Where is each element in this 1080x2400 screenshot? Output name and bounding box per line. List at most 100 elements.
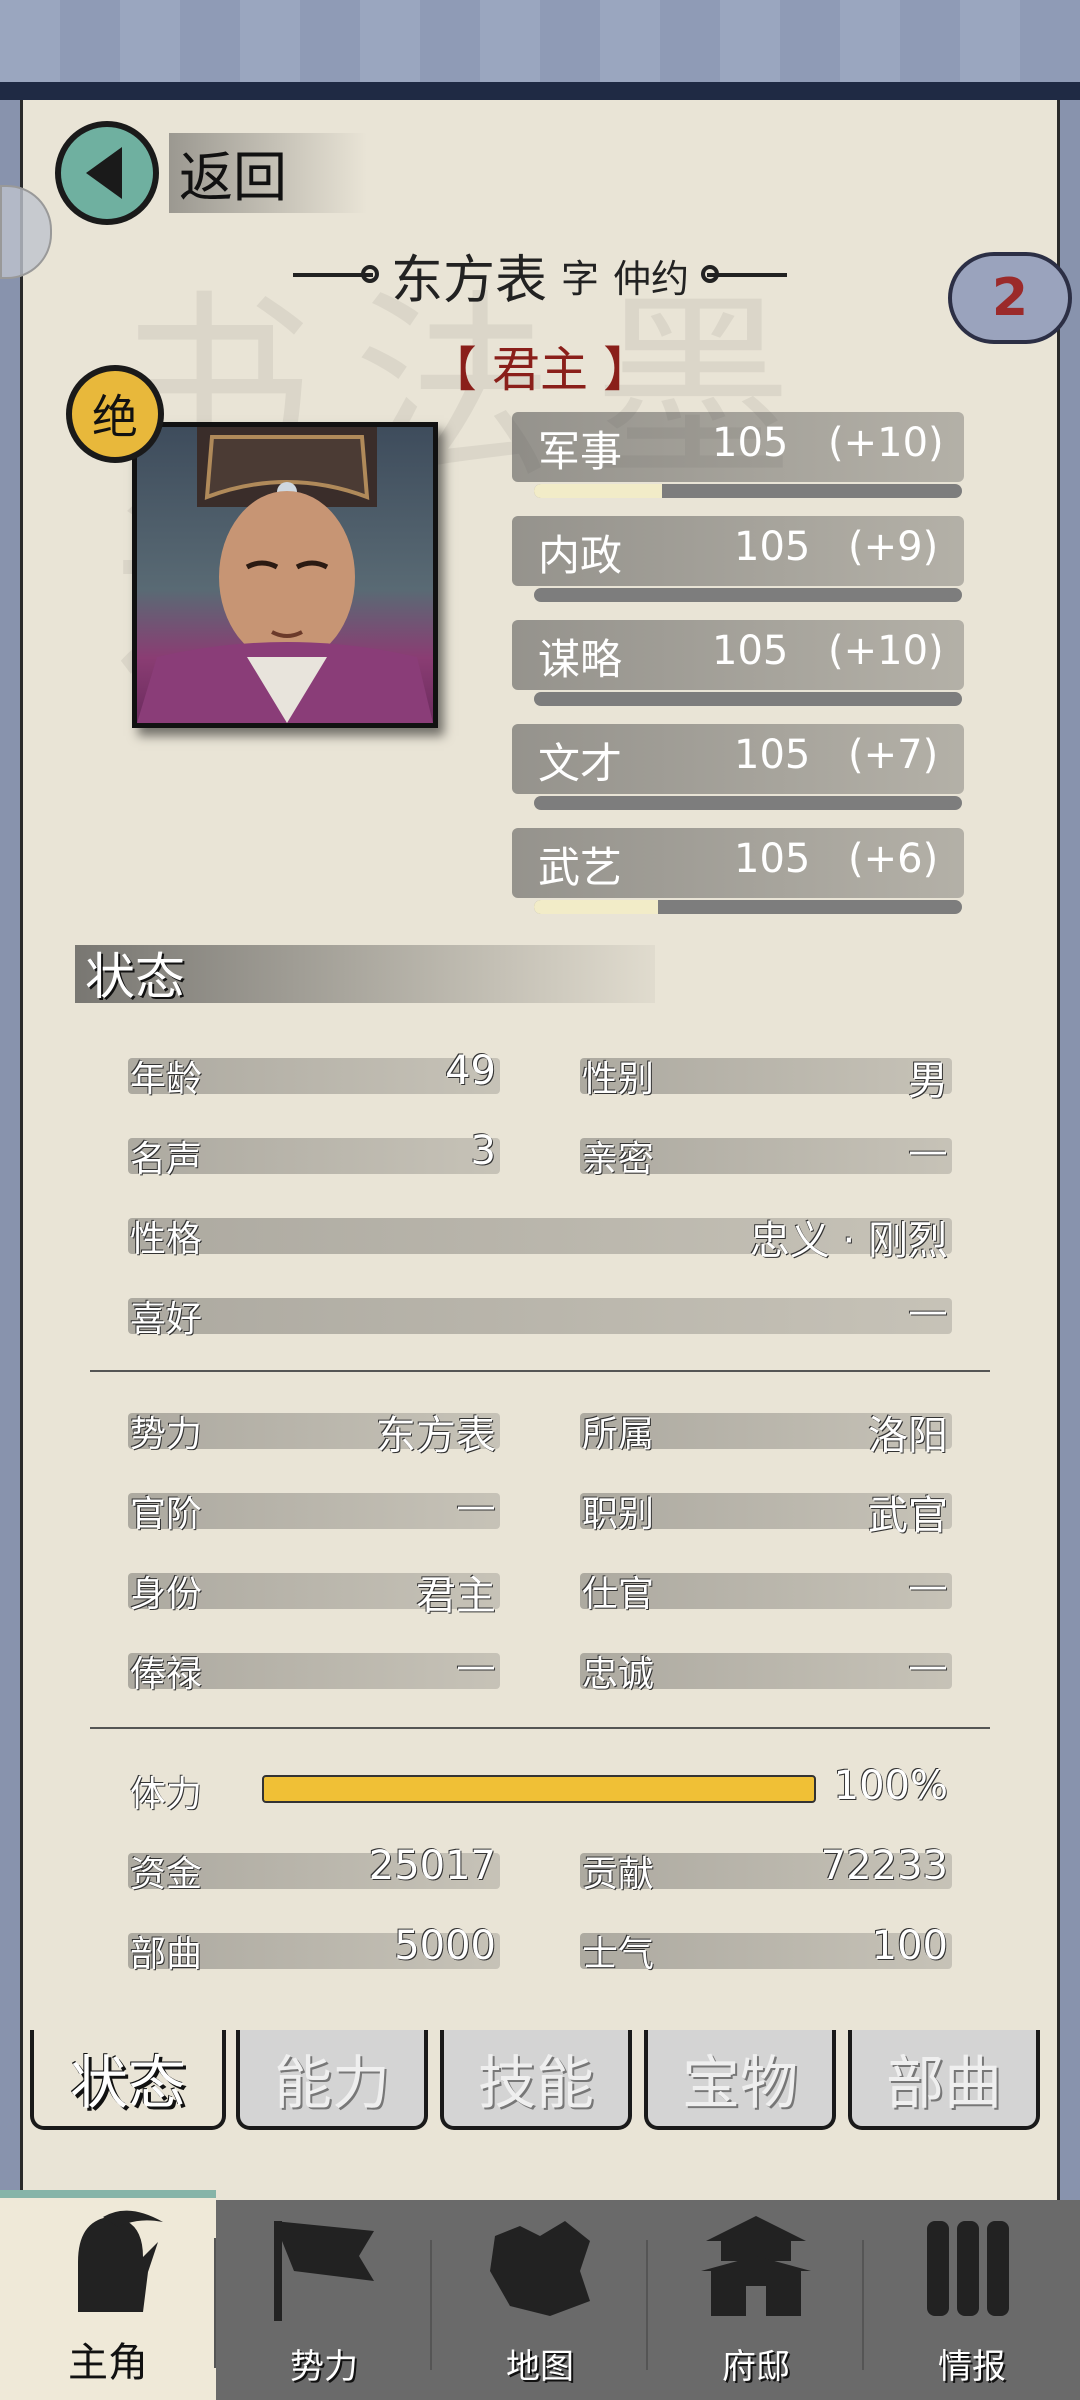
nav-map[interactable]: 地图 bbox=[432, 2200, 648, 2400]
character-name: 东方表 bbox=[390, 250, 547, 311]
nav-mansion[interactable]: 府邸 bbox=[648, 2200, 864, 2400]
row-label: 性别 bbox=[582, 1059, 655, 1100]
row-value: 100% bbox=[833, 1763, 948, 1809]
row-value: 3 bbox=[470, 1128, 496, 1174]
row-value: — bbox=[908, 1288, 948, 1334]
attr-label: 军事 bbox=[538, 427, 623, 476]
attr-bonus: (+10) bbox=[828, 420, 944, 466]
row-value: — bbox=[456, 1483, 496, 1529]
row-label: 身份 bbox=[130, 1574, 203, 1615]
row-age: 年龄 49 bbox=[128, 1048, 500, 1100]
attr-bonus: (+10) bbox=[828, 628, 944, 674]
warrior-icon bbox=[78, 2210, 163, 2312]
row-label: 官阶 bbox=[130, 1494, 203, 1535]
row-label: 所属 bbox=[582, 1414, 655, 1455]
row-gender: 性别 男 bbox=[580, 1050, 952, 1104]
attr-value: 105 bbox=[712, 420, 789, 466]
cloud-badge[interactable]: 2 bbox=[948, 252, 1072, 344]
row-post: 职别 武官 bbox=[580, 1485, 952, 1539]
nav-intel[interactable]: 情报 bbox=[864, 2200, 1080, 2400]
row-value: 洛阳 bbox=[868, 1413, 948, 1459]
row-funds: 资金 25017 bbox=[128, 1843, 500, 1895]
attr-progress bbox=[534, 692, 962, 706]
zi-label: 字 bbox=[560, 256, 599, 301]
attr-label: 文才 bbox=[538, 739, 623, 788]
row-value: 49 bbox=[445, 1048, 496, 1094]
tab-ability[interactable]: 能力 bbox=[236, 2030, 428, 2130]
row-label: 年龄 bbox=[130, 1059, 203, 1100]
attr-progress bbox=[534, 796, 962, 810]
row-label: 势力 bbox=[130, 1414, 203, 1455]
badge-count: 2 bbox=[991, 268, 1029, 328]
character-name-row: 东方表 字 仲约 bbox=[240, 240, 840, 311]
row-label: 名声 bbox=[130, 1139, 203, 1180]
attr-label: 谋略 bbox=[538, 635, 623, 684]
row-label: 贡献 bbox=[582, 1854, 655, 1895]
nav-label: 主角 bbox=[68, 2340, 148, 2386]
back-label: 返回 bbox=[169, 132, 367, 213]
tab-skill[interactable]: 技能 bbox=[440, 2030, 632, 2130]
character-portrait[interactable] bbox=[132, 422, 438, 728]
row-label: 职别 bbox=[582, 1494, 655, 1535]
row-fame: 名声 3 bbox=[128, 1128, 500, 1180]
back-arrow-icon bbox=[55, 120, 159, 225]
row-value: 100 bbox=[871, 1923, 948, 1969]
row-label: 体力 bbox=[130, 1774, 203, 1815]
attr-bonus: (+6) bbox=[848, 836, 939, 882]
row-value: 君主 bbox=[416, 1573, 496, 1619]
nav-label: 地图 bbox=[506, 2347, 574, 2387]
row-label: 资金 bbox=[130, 1854, 203, 1895]
top-decorative-border bbox=[0, 0, 1080, 100]
nav-label: 情报 bbox=[938, 2347, 1006, 2387]
divider bbox=[90, 1727, 990, 1729]
flag-icon bbox=[274, 2221, 374, 2321]
row-contribution: 贡献 72233 bbox=[580, 1843, 952, 1895]
nav-hero[interactable]: 主角 bbox=[0, 2190, 216, 2400]
attr-literary: 文才 105 (+7) bbox=[512, 724, 964, 814]
row-intimacy: 亲密 — bbox=[580, 1128, 952, 1180]
attr-label: 内政 bbox=[538, 531, 623, 580]
nav-label: 府邸 bbox=[722, 2347, 790, 2387]
attr-politics: 内政 105 (+9) bbox=[512, 516, 964, 606]
tab-status[interactable]: 状态 bbox=[30, 2030, 226, 2130]
map-icon bbox=[490, 2221, 590, 2316]
row-value: — bbox=[908, 1563, 948, 1609]
ornament-right bbox=[701, 265, 788, 283]
row-value: 72233 bbox=[820, 1843, 948, 1889]
nav-faction[interactable]: 势力 bbox=[216, 2200, 432, 2400]
section-header-status: 状态 bbox=[75, 945, 655, 1006]
attr-bonus: (+9) bbox=[848, 524, 939, 570]
back-button[interactable]: 返回 bbox=[55, 120, 367, 225]
row-value: 忠义 · 刚烈 bbox=[749, 1218, 948, 1264]
row-value: 男 bbox=[908, 1058, 948, 1104]
row-personality: 性格 忠义 · 刚烈 bbox=[128, 1210, 952, 1264]
row-value: 25017 bbox=[368, 1843, 496, 1889]
row-label: 部曲 bbox=[130, 1934, 203, 1975]
row-morale: 士气 100 bbox=[580, 1923, 952, 1975]
attr-strategy: 谋略 105 (+10) bbox=[512, 620, 964, 710]
courtesy-name: 仲约 bbox=[613, 256, 690, 301]
attr-progress bbox=[534, 900, 962, 914]
attr-value: 105 bbox=[734, 524, 811, 570]
left-border bbox=[0, 100, 20, 2200]
scroll-icon bbox=[927, 2221, 1009, 2316]
row-label: 亲密 bbox=[582, 1139, 655, 1180]
character-title: 【 君主 】 bbox=[428, 342, 652, 398]
tab-treasure[interactable]: 宝物 bbox=[644, 2030, 836, 2130]
row-salary: 俸禄 — bbox=[128, 1643, 500, 1695]
attr-value: 105 bbox=[712, 628, 789, 674]
attr-label: 武艺 bbox=[538, 843, 623, 892]
rank-badge: 绝 bbox=[66, 365, 164, 463]
row-label: 忠诚 bbox=[582, 1654, 655, 1695]
row-troops: 部曲 5000 bbox=[128, 1923, 500, 1975]
row-value: — bbox=[456, 1643, 496, 1689]
ornament-left bbox=[292, 265, 379, 283]
attr-bonus: (+7) bbox=[848, 732, 939, 778]
nav-label: 势力 bbox=[290, 2347, 358, 2387]
row-hobby: 喜好 — bbox=[128, 1288, 952, 1340]
detail-tabs: 状态 能力 技能 宝物 部曲 bbox=[30, 2030, 1050, 2135]
tab-troops[interactable]: 部曲 bbox=[848, 2030, 1040, 2130]
attr-progress bbox=[534, 484, 962, 498]
row-label: 士气 bbox=[582, 1934, 655, 1975]
row-label: 性格 bbox=[130, 1219, 203, 1260]
